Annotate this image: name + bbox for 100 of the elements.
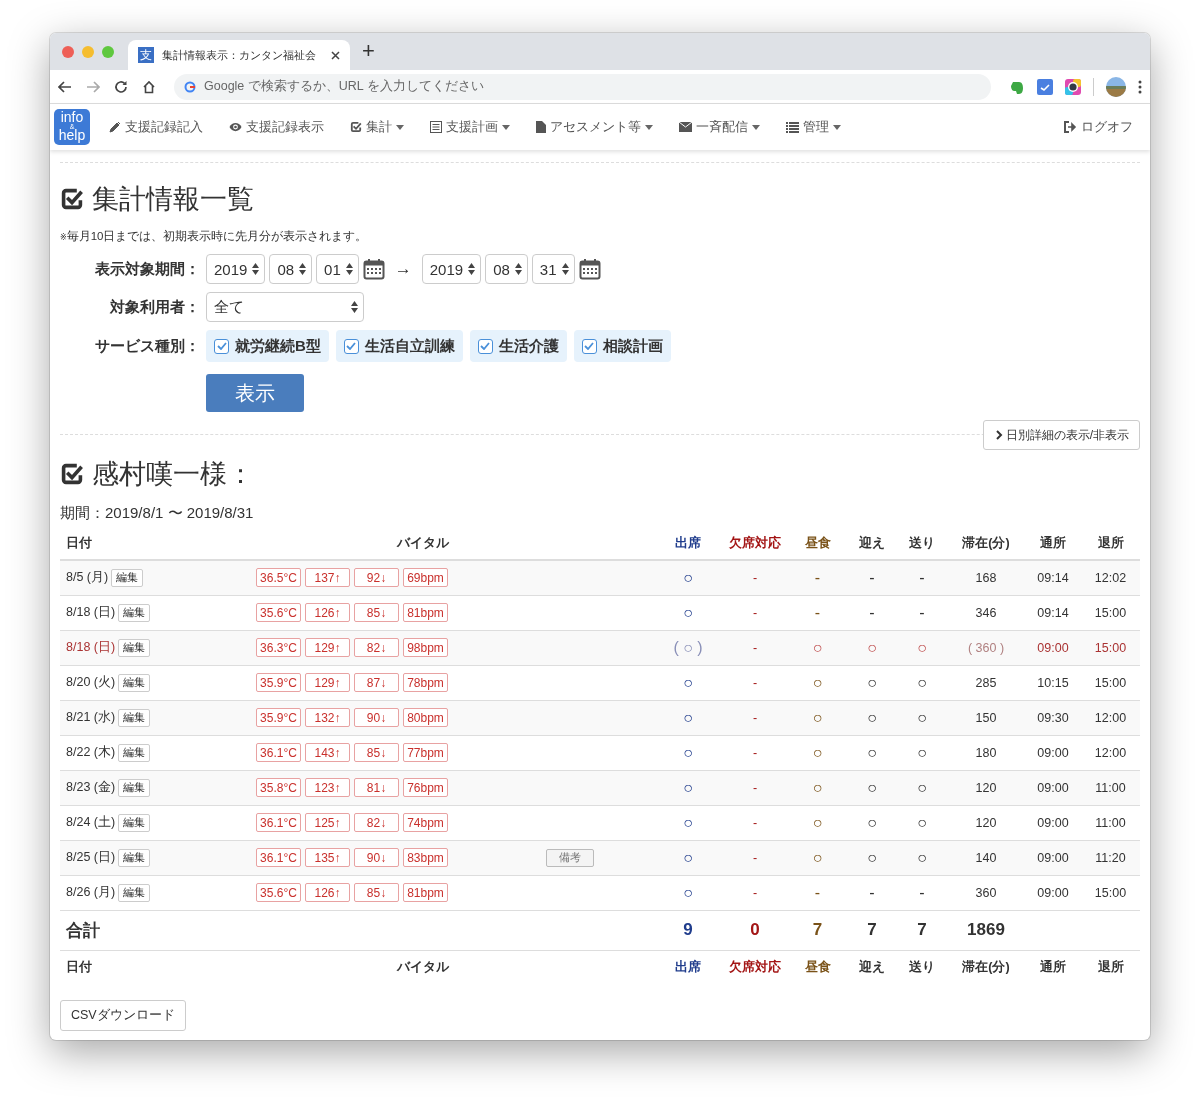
vital-value: 36.1°C <box>256 743 301 762</box>
vital-value: 36.5°C <box>256 568 301 588</box>
edit-button[interactable]: 編集 <box>118 883 151 902</box>
reload-icon[interactable] <box>114 79 128 94</box>
table-cell: ○ <box>847 700 897 735</box>
table-cell: 09:00 <box>1025 770 1081 805</box>
vital-value: 85↓ <box>354 603 399 622</box>
field-label: 表示対象期間： <box>94 259 200 279</box>
pencil-icon <box>109 121 121 133</box>
date-cell: 8/18 (日) <box>66 639 116 654</box>
avatar-icon[interactable] <box>1106 76 1126 97</box>
vital-value: 132↑ <box>305 708 350 727</box>
table-cell: 09:14 <box>1025 560 1081 595</box>
close-icon[interactable] <box>331 50 340 60</box>
service-checkbox[interactable]: 生活自立訓練 <box>335 330 463 362</box>
table-cell: - <box>897 560 947 595</box>
caret-icon <box>752 124 760 130</box>
checkbox-icon <box>60 187 84 211</box>
close-window-icon[interactable] <box>62 45 74 58</box>
note-text: ※毎月10日までは、初期表示時に先月分が表示されます。 <box>60 229 369 244</box>
checkbox[interactable] <box>214 338 229 354</box>
checkbox[interactable] <box>581 338 597 354</box>
period-text: 期間：2019/8/1 〜 2019/8/31 <box>60 504 255 523</box>
calendar-icon[interactable] <box>362 258 385 280</box>
edit-button[interactable]: 編集 <box>118 603 151 622</box>
calendar-icon[interactable] <box>578 258 601 280</box>
forward-icon[interactable] <box>86 80 100 93</box>
select-field[interactable]: 08 <box>485 254 528 284</box>
back-icon[interactable] <box>58 80 72 93</box>
ring-icon[interactable] <box>1065 78 1081 95</box>
select-field[interactable]: 08 <box>269 254 313 284</box>
edit-button[interactable]: 編集 <box>118 813 151 832</box>
table-cell: ○ <box>847 770 897 805</box>
select-field[interactable]: 2019 <box>206 254 266 284</box>
csv-download-button[interactable]: CSVダウンロード <box>60 1000 186 1031</box>
table-cell: 09:00 <box>1025 875 1081 910</box>
nav-menu-item[interactable]: 支援計画 <box>417 118 523 136</box>
vital-value: 129↑ <box>305 638 350 657</box>
service-checkbox[interactable]: 相談計画 <box>573 330 671 362</box>
table-cell: - <box>722 700 788 735</box>
edit-button[interactable]: 編集 <box>118 743 151 762</box>
nav-menu-item[interactable]: 一斉配信 <box>666 118 773 136</box>
new-tab-button[interactable]: + <box>362 37 375 64</box>
browser-tab[interactable]: 支 集計情報表示：カンタン福祉会 <box>128 40 350 70</box>
list-icon <box>786 121 799 133</box>
vital-value: 36.1°C <box>256 813 301 832</box>
vital-value: 81bpm <box>403 603 448 622</box>
edit-button[interactable]: 編集 <box>118 708 151 727</box>
date-cell: 8/25 (日) <box>66 849 116 864</box>
vital-value: 77bpm <box>403 743 448 762</box>
caret-icon <box>645 124 653 130</box>
vital-value: 123↑ <box>305 778 350 797</box>
edit-button[interactable]: 編集 <box>118 673 151 692</box>
edit-button[interactable]: 編集 <box>118 638 151 657</box>
google-icon <box>184 80 196 93</box>
check-icon[interactable] <box>1037 78 1053 95</box>
table-cell: 09:30 <box>1025 700 1081 735</box>
caret-icon <box>833 124 841 130</box>
table-cell: ○ <box>847 630 897 665</box>
nav-menu-item[interactable]: 支援記録表示 <box>216 118 337 136</box>
select-field[interactable]: 2019 <box>421 254 482 284</box>
vital-value: 90↓ <box>354 708 399 727</box>
vital-value: 36.1°C <box>256 848 301 867</box>
table-cell: - <box>722 875 788 910</box>
service-checkbox[interactable]: 生活介護 <box>469 330 567 362</box>
toggle-details-button[interactable]: 日別詳細の表示/非表示 <box>982 420 1140 450</box>
date-cell: 8/24 (土) <box>66 814 116 829</box>
vital-value: 81↓ <box>354 778 399 797</box>
submit-button[interactable]: 表示 <box>206 374 304 412</box>
address-field[interactable]: Google で検索するか、URL を入力してください <box>174 73 991 100</box>
edit-button[interactable]: 編集 <box>111 568 144 587</box>
nav-menu-item[interactable]: 支援記録記入 <box>96 118 216 136</box>
table-cell: ○ <box>654 770 722 805</box>
select-field[interactable]: 01 <box>316 254 359 284</box>
edit-button[interactable]: 編集 <box>118 848 151 867</box>
vital-value: 85↓ <box>354 743 399 762</box>
address-placeholder: Google で検索するか、URL を入力してください <box>204 78 484 95</box>
menu-icon[interactable] <box>1138 79 1142 94</box>
table-cell: ○ <box>654 700 722 735</box>
service-checkbox[interactable]: 就労継続B型 <box>206 330 329 362</box>
select-field[interactable]: 全て <box>206 292 364 322</box>
edit-button[interactable]: 編集 <box>118 778 151 797</box>
nav-menu-item[interactable]: 管理 <box>773 118 854 136</box>
vital-value: 126↑ <box>305 883 350 902</box>
checkbox[interactable] <box>343 338 359 354</box>
logout-link[interactable]: ログオフ <box>1050 118 1146 136</box>
column-header: 出席 <box>654 950 722 984</box>
nav-menu-item[interactable]: アセスメント等 <box>523 118 666 136</box>
nav-menu-item[interactable]: 集計 <box>337 118 417 136</box>
select-field[interactable]: 31 <box>531 254 575 284</box>
column-header: 通所 <box>1025 950 1081 984</box>
vital-value: 90↓ <box>354 848 399 867</box>
checkbox[interactable] <box>477 338 493 354</box>
vital-value: 82↓ <box>354 638 399 657</box>
table-cell: - <box>722 840 788 875</box>
caret-icon <box>396 124 404 130</box>
favicon: 支 <box>138 47 154 63</box>
note-button[interactable]: 備考 <box>546 848 594 867</box>
vital-value: 83bpm <box>403 848 448 867</box>
home-icon[interactable] <box>142 79 156 94</box>
